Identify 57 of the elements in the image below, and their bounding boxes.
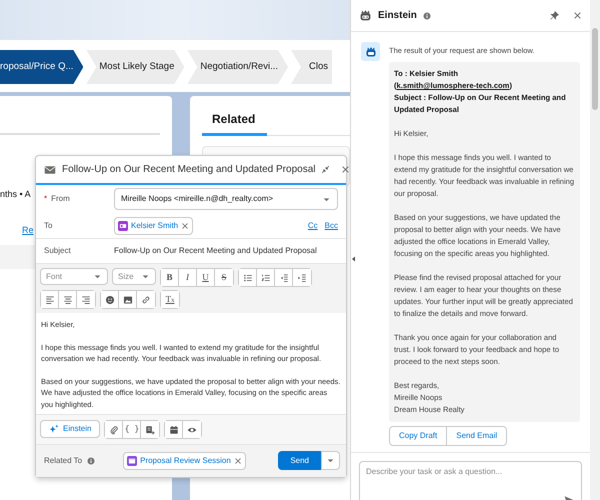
close-icon[interactable] xyxy=(341,165,350,174)
path-stage[interactable]: Negotiation/Revi... xyxy=(187,50,288,84)
collapse-icon[interactable] xyxy=(350,255,358,263)
scrollbar[interactable] xyxy=(590,0,600,500)
close-icon[interactable] xyxy=(573,11,582,20)
path-stage[interactable]: roposal/Price Q... xyxy=(0,50,84,84)
subject-field[interactable]: Follow-Up on Our Recent Meeting and Updated Proposal xyxy=(114,245,338,257)
info-icon xyxy=(87,456,96,464)
einstein-button[interactable]: Einstein xyxy=(40,420,100,438)
related-to-label: Related To xyxy=(44,454,82,466)
size-select[interactable]: Size xyxy=(112,268,156,285)
font-select[interactable]: Font xyxy=(40,268,108,285)
align-center-icon[interactable] xyxy=(62,294,72,304)
from-label: From xyxy=(51,194,70,203)
format-button[interactable]: B xyxy=(161,269,179,286)
record-meta: nths • A xyxy=(0,188,31,201)
calendar-icon[interactable] xyxy=(168,424,179,434)
bulleted-list-icon[interactable] xyxy=(242,272,252,282)
remove-icon[interactable] xyxy=(234,456,242,464)
paperclip-icon[interactable] xyxy=(108,424,119,434)
event-icon xyxy=(127,456,138,466)
cc-link[interactable]: Cc xyxy=(308,220,318,232)
draft-action-button[interactable]: Copy Draft xyxy=(389,426,448,446)
numbered-list-icon[interactable] xyxy=(260,272,270,282)
indent-icon[interactable] xyxy=(297,272,307,282)
align-left-icon[interactable] xyxy=(44,294,54,304)
align-right-icon[interactable] xyxy=(81,294,91,304)
required-mark: * xyxy=(44,194,48,203)
contact-icon xyxy=(118,220,128,230)
minimize-icon[interactable] xyxy=(321,165,330,174)
sparkle-icon xyxy=(49,424,59,434)
template-icon[interactable] xyxy=(145,424,156,434)
remove-icon[interactable] xyxy=(181,222,190,230)
panel-title: Einstein xyxy=(378,9,417,23)
to-label: To xyxy=(44,220,54,232)
path-stage[interactable]: Most Likely Stage xyxy=(86,50,184,84)
prompt-field[interactable]: Describe your task or ask a question... xyxy=(359,461,582,500)
subject-label: Subject xyxy=(44,245,72,257)
composer-title: Follow-Up on Our Recent Meeting and Updated Proposal xyxy=(62,163,316,177)
from-select[interactable]: Mireille Noops <mireille.n@dh_realty.com> xyxy=(114,188,338,210)
mail-icon xyxy=(44,164,56,176)
send-button[interactable]: Send xyxy=(278,451,321,470)
info-icon xyxy=(422,12,431,20)
bcc-link[interactable]: Bcc xyxy=(324,220,338,232)
image-icon[interactable] xyxy=(122,294,132,304)
link-icon[interactable] xyxy=(141,294,151,304)
draft-action-button[interactable]: Send Email xyxy=(447,426,508,446)
clear-format-button[interactable]: T$_{x}$ xyxy=(161,291,179,308)
pin-icon[interactable] xyxy=(550,11,559,20)
emoji-icon[interactable] xyxy=(104,294,114,304)
record-link[interactable]: Re xyxy=(22,224,34,237)
related-record-pill[interactable]: Proposal Review Session xyxy=(123,452,246,470)
path-stage[interactable]: Clos xyxy=(291,50,332,84)
related-tab[interactable]: Related xyxy=(202,110,268,136)
outdent-icon[interactable] xyxy=(278,272,288,282)
merge-field-button[interactable]: { } xyxy=(123,421,142,438)
recipient-pill[interactable]: Kelsier Smith xyxy=(114,216,194,234)
